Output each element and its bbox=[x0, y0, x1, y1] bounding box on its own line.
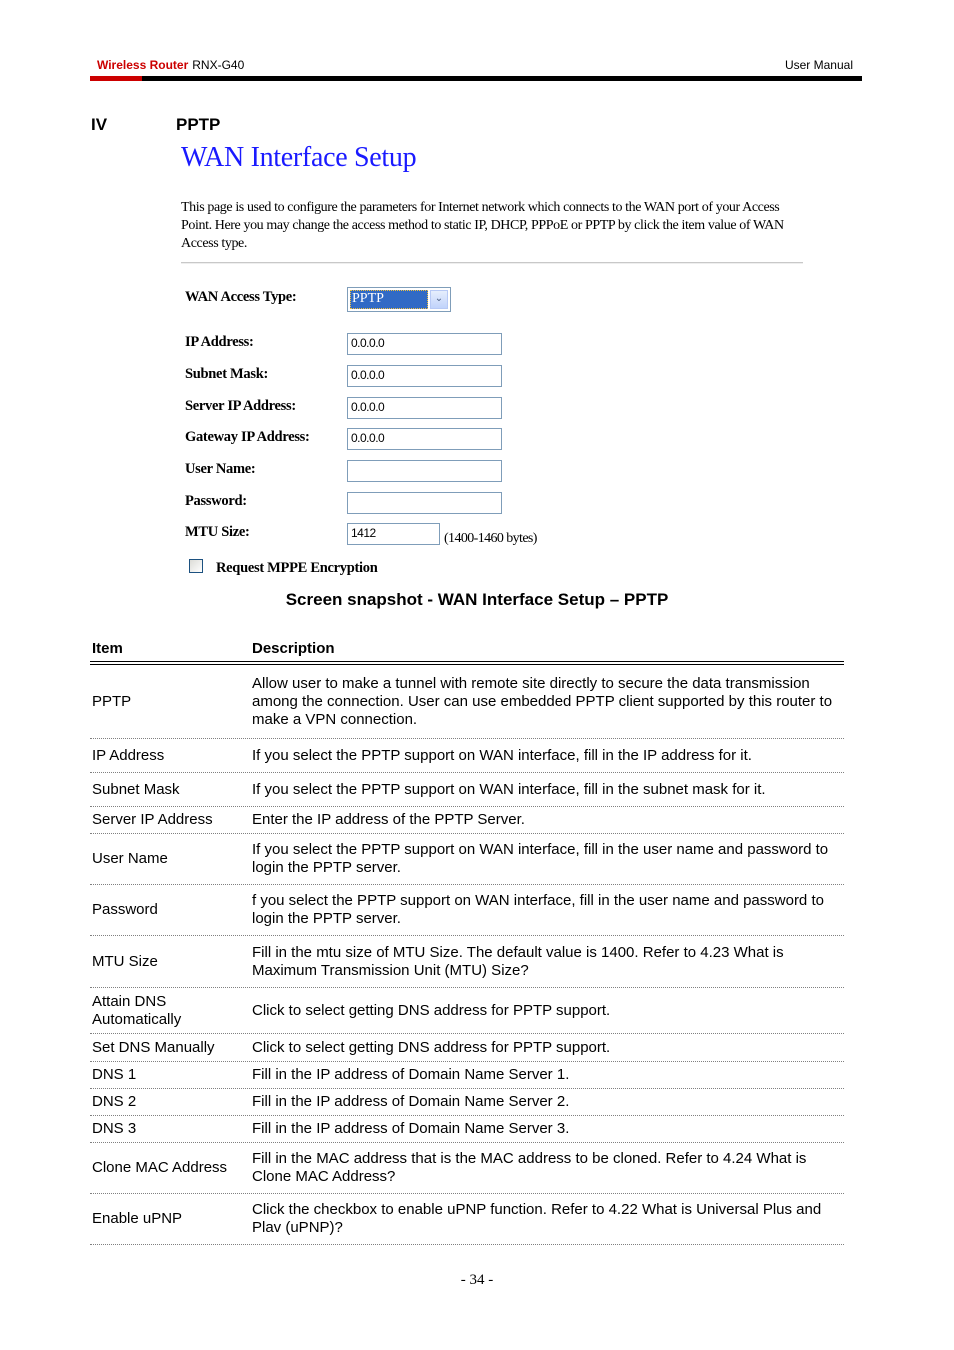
section-number: IV bbox=[91, 115, 108, 134]
wan-setup-intro: This page is used to configure the param… bbox=[181, 200, 784, 251]
row-description: Enter the IP address of the PPTP Server. bbox=[252, 811, 525, 828]
table-row: Subnet Mask If you select the PPTP suppo… bbox=[90, 773, 844, 807]
row-description: Fill in the IP address of Domain Name Se… bbox=[252, 1093, 570, 1110]
header-description: Description bbox=[252, 640, 335, 657]
gateway-ip-label: Gateway IP Address: bbox=[185, 429, 310, 445]
server-ip-input[interactable]: 0.0.0.0 bbox=[347, 397, 502, 419]
description-table: Item Description PPTP Allow user to make… bbox=[90, 638, 844, 1245]
table-row: Password f you select the PPTP support o… bbox=[90, 885, 844, 936]
gateway-ip-input[interactable]: 0.0.0.0 bbox=[347, 428, 502, 450]
table-row: DNS 3 Fill in the IP address of Domain N… bbox=[90, 1116, 844, 1143]
section-title: PPTP bbox=[176, 115, 221, 134]
row-item: PPTP bbox=[92, 692, 132, 710]
header-item: Item bbox=[92, 640, 123, 657]
mtu-size-input[interactable]: 1412 bbox=[347, 523, 440, 545]
row-item: DNS 1 bbox=[92, 1066, 137, 1083]
password-input[interactable] bbox=[347, 492, 502, 514]
wan-access-type-value: PPTP bbox=[350, 290, 428, 309]
mppe-checkbox[interactable] bbox=[189, 559, 203, 573]
row-description: Fill in the mtu size of MTU Size. The de… bbox=[252, 943, 784, 979]
figure-caption: Screen snapshot - WAN Interface Setup – … bbox=[285, 590, 669, 609]
user-name-label: User Name: bbox=[185, 461, 256, 477]
mtu-hint: (1400-1460 bytes) bbox=[444, 531, 537, 546]
row-description: Fill in the MAC address that is the MAC … bbox=[252, 1150, 807, 1185]
header-doc-type: User Manual bbox=[784, 58, 853, 72]
row-item: Server IP Address bbox=[92, 811, 213, 828]
table-row: User Name If you select the PPTP support… bbox=[90, 834, 844, 885]
user-name-input[interactable] bbox=[347, 460, 502, 482]
row-description: Fill in the IP address of Domain Name Se… bbox=[252, 1120, 570, 1137]
row-item: Subnet Mask bbox=[92, 780, 180, 798]
table-row: Enable uPNP Click the checkbox to enable… bbox=[90, 1194, 844, 1245]
row-description: f you select the PPTP support on WAN int… bbox=[252, 892, 824, 927]
page-header: Wireless Router RNX-G40 User Manual bbox=[97, 58, 853, 74]
row-description: Allow user to make a tunnel with remote … bbox=[252, 674, 833, 728]
table-row: Attain DNS Automatically Click to select… bbox=[90, 988, 844, 1034]
row-description: Click to select getting DNS address for … bbox=[252, 1038, 611, 1056]
row-description: Click to select getting DNS address for … bbox=[252, 1001, 611, 1019]
table-row: Clone MAC Address Fill in the MAC addres… bbox=[90, 1143, 844, 1194]
row-item: DNS 3 bbox=[92, 1120, 137, 1137]
wan-access-type-select[interactable]: PPTP ⌄ bbox=[347, 287, 451, 312]
header-rule-accent bbox=[90, 76, 142, 81]
divider bbox=[181, 262, 803, 264]
ip-address-input[interactable]: 0.0.0.0 bbox=[347, 333, 502, 355]
table-row: Set DNS Manually Click to select getting… bbox=[90, 1034, 844, 1062]
row-item: Set DNS Manually bbox=[92, 1038, 215, 1056]
wan-setup-title: WAN Interface Setup bbox=[181, 142, 417, 173]
wan-setup-screenshot: WAN Interface Setup This page is used to… bbox=[181, 142, 806, 264]
row-item: Clone MAC Address bbox=[92, 1159, 228, 1176]
row-description: Click the checkbox to enable uPNP functi… bbox=[252, 1201, 822, 1236]
header-rule bbox=[90, 76, 862, 81]
mtu-size-label: MTU Size: bbox=[185, 524, 250, 540]
row-description: Fill in the IP address of Domain Name Se… bbox=[252, 1066, 570, 1083]
subnet-mask-input[interactable]: 0.0.0.0 bbox=[347, 365, 502, 387]
row-description: If you select the PPTP support on WAN in… bbox=[252, 780, 766, 798]
table-row: DNS 2 Fill in the IP address of Domain N… bbox=[90, 1089, 844, 1116]
table-header: Item Description bbox=[90, 638, 844, 660]
row-item: DNS 2 bbox=[92, 1093, 137, 1110]
row-item: Password bbox=[92, 901, 158, 918]
table-row: Server IP Address Enter the IP address o… bbox=[90, 807, 844, 834]
row-description: If you select the PPTP support on WAN in… bbox=[252, 746, 752, 764]
row-item: IP Address bbox=[92, 746, 165, 764]
ip-address-label: IP Address: bbox=[185, 334, 254, 350]
mppe-checkbox-label: Request MPPE Encryption bbox=[216, 560, 378, 576]
row-item: User Name bbox=[92, 850, 168, 867]
chevron-down-icon[interactable]: ⌄ bbox=[430, 290, 448, 309]
page-number: - 34 - bbox=[460, 1272, 494, 1288]
row-description: If you select the PPTP support on WAN in… bbox=[252, 841, 829, 876]
table-row: MTU Size Fill in the mtu size of MTU Siz… bbox=[90, 936, 844, 988]
table-row: DNS 1 Fill in the IP address of Domain N… bbox=[90, 1062, 844, 1089]
server-ip-label: Server IP Address: bbox=[185, 398, 296, 414]
row-item: Enable uPNP bbox=[92, 1210, 183, 1227]
table-row: IP Address If you select the PPTP suppor… bbox=[90, 739, 844, 773]
row-item: Attain DNS Automatically bbox=[92, 992, 182, 1028]
table-row: PPTP Allow user to make a tunnel with re… bbox=[90, 665, 844, 739]
header-brand: Wireless Router bbox=[97, 58, 189, 72]
password-label: Password: bbox=[185, 493, 247, 509]
header-model: RNX-G40 bbox=[192, 58, 245, 72]
wan-access-type-label: WAN Access Type: bbox=[185, 289, 297, 305]
subnet-mask-label: Subnet Mask: bbox=[185, 366, 269, 382]
row-item: MTU Size bbox=[92, 952, 158, 970]
